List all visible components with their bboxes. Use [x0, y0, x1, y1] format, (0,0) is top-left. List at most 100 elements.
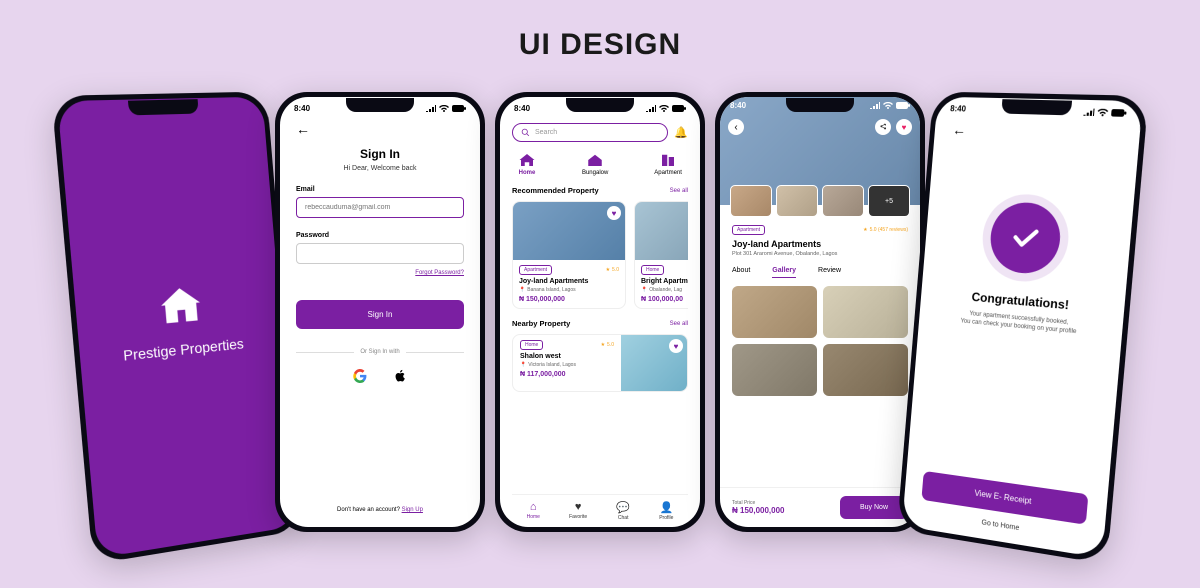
nearby-title: Nearby Property — [512, 319, 570, 328]
category-bungalow[interactable]: Bungalow — [582, 152, 608, 176]
signal-icon — [646, 105, 656, 112]
page-title: UI DESIGN — [0, 28, 1200, 62]
nav-profile[interactable]: 👤Profile — [659, 501, 673, 521]
gallery-image[interactable] — [732, 286, 817, 338]
nav-chat[interactable]: 💬Chat — [616, 501, 630, 521]
favorite-button[interactable]: ♥ — [896, 119, 912, 135]
share-button[interactable] — [875, 119, 891, 135]
brand-name: Prestige Properties — [123, 335, 245, 364]
property-location: 📍 Obalande, Lag — [641, 287, 688, 293]
heart-icon: ♥ — [575, 501, 582, 513]
nearby-card[interactable]: Home ★ 5.0 Shalon west 📍 Victoria Island,… — [512, 334, 688, 392]
notification-icon[interactable]: 🔔 — [674, 126, 688, 139]
total-price: ₦ 150,000,000 — [732, 506, 785, 515]
property-badge: Home — [641, 265, 664, 275]
property-location: 📍 Banana Island, Lagos — [519, 287, 619, 293]
or-divider: Or Sign In with — [296, 349, 464, 355]
phone-detail: 8:40 ‹ ♥ +5 Apartment ★ 5.0 (457 reviews)… — [715, 92, 925, 532]
password-field[interactable] — [296, 243, 464, 264]
signal-icon — [426, 105, 436, 112]
property-rating: ★ 5.0 — [606, 267, 619, 273]
logo-icon — [156, 284, 206, 329]
home-icon: ⌂ — [530, 501, 537, 513]
status-time: 8:40 — [950, 104, 966, 114]
back-button[interactable]: ‹ — [728, 119, 744, 135]
property-badge: Apartment — [732, 225, 765, 235]
signup-link[interactable]: Sign Up — [402, 507, 423, 513]
google-signin-button[interactable] — [351, 367, 369, 385]
gallery-image[interactable] — [823, 344, 908, 396]
favorite-button[interactable]: ♥ — [669, 339, 683, 353]
property-name: Shalon west — [520, 353, 614, 360]
signup-prompt: Don't have an account? Sign Up — [296, 507, 464, 513]
battery-icon — [1111, 108, 1127, 116]
home-icon — [518, 152, 536, 168]
property-price: ₦ 100,000,00 — [641, 296, 688, 303]
property-rating: ★ 5.0 (457 reviews) — [863, 227, 908, 233]
apartment-icon — [659, 152, 677, 168]
success-icon — [988, 201, 1063, 276]
back-button[interactable]: ← — [296, 121, 464, 137]
email-field[interactable] — [296, 197, 464, 218]
gallery-more[interactable]: +5 — [868, 185, 910, 217]
email-label: Email — [296, 186, 464, 193]
signal-icon — [1083, 108, 1094, 116]
property-rating: ★ 5.0 — [601, 342, 614, 348]
property-image: ♥ — [513, 202, 625, 260]
gallery-image[interactable] — [732, 344, 817, 396]
property-name: Joy-land Apartments — [519, 278, 619, 285]
property-image: ♥ — [635, 202, 688, 260]
property-card[interactable]: ♥ Apartment ★ 5.0 Joy-land Apartments 📍 B… — [512, 201, 626, 309]
profile-icon: 👤 — [659, 501, 673, 514]
nav-home[interactable]: ⌂Home — [527, 501, 540, 521]
bungalow-icon — [586, 152, 604, 168]
property-card[interactable]: ♥ Home Bright Apartm 📍 Obalande, Lag ₦ 1… — [634, 201, 688, 309]
phone-congrats: 8:40 ← Congratulations! Your apartment s… — [897, 92, 1149, 565]
status-time: 8:40 — [730, 101, 746, 110]
phone-home: 8:40 Search 🔔 Home Bungalow Apartment Re… — [495, 92, 705, 532]
signin-subtitle: Hi Dear, Welcome back — [296, 165, 464, 172]
favorite-button[interactable]: ♥ — [607, 206, 621, 220]
see-all-recommended[interactable]: See all — [670, 188, 688, 194]
status-time: 8:40 — [294, 104, 310, 113]
back-button[interactable]: ← — [952, 121, 1121, 143]
share-icon — [879, 123, 887, 131]
search-icon — [521, 128, 530, 137]
recommended-title: Recommended Property — [512, 186, 599, 195]
category-apartment[interactable]: Apartment — [654, 152, 682, 176]
check-icon — [1007, 220, 1042, 255]
phone-splash: Prestige Properties — [51, 92, 303, 565]
property-address: Plot 301 Araromi Avenue, Obalande, Lagos — [732, 251, 908, 257]
gallery-thumb[interactable] — [776, 185, 818, 217]
tab-gallery[interactable]: Gallery — [772, 267, 796, 278]
gallery-thumb[interactable] — [730, 185, 772, 217]
property-price: ₦ 150,000,000 — [519, 296, 619, 303]
password-label: Password — [296, 232, 464, 239]
battery-icon — [672, 105, 686, 112]
property-badge: Home — [520, 340, 543, 350]
property-location: 📍 Victoria Island, Lagos — [520, 362, 614, 368]
battery-icon — [452, 105, 466, 112]
buy-button[interactable]: Buy Now — [840, 496, 908, 519]
property-badge: Apartment — [519, 265, 552, 275]
property-name: Joy-land Apartments — [732, 239, 908, 249]
signin-button[interactable]: Sign In — [296, 300, 464, 329]
tab-about[interactable]: About — [732, 267, 750, 278]
wifi-icon — [439, 105, 449, 112]
apple-signin-button[interactable] — [391, 367, 409, 385]
category-home[interactable]: Home — [518, 152, 536, 176]
nav-favorite[interactable]: ♥Favorite — [569, 501, 587, 521]
gallery-image[interactable] — [823, 286, 908, 338]
google-icon — [353, 369, 367, 383]
gallery-thumb[interactable] — [822, 185, 864, 217]
tab-review[interactable]: Review — [818, 267, 841, 278]
apple-icon — [393, 369, 407, 383]
signin-title: Sign In — [296, 147, 464, 161]
search-input[interactable]: Search — [512, 123, 668, 142]
property-image: ♥ — [621, 335, 687, 391]
property-price: ₦ 117,000,000 — [520, 371, 614, 378]
property-name: Bright Apartm — [641, 278, 688, 285]
forgot-password-link[interactable]: Forgot Password? — [296, 270, 464, 276]
wifi-icon — [659, 105, 669, 112]
see-all-nearby[interactable]: See all — [670, 321, 688, 327]
